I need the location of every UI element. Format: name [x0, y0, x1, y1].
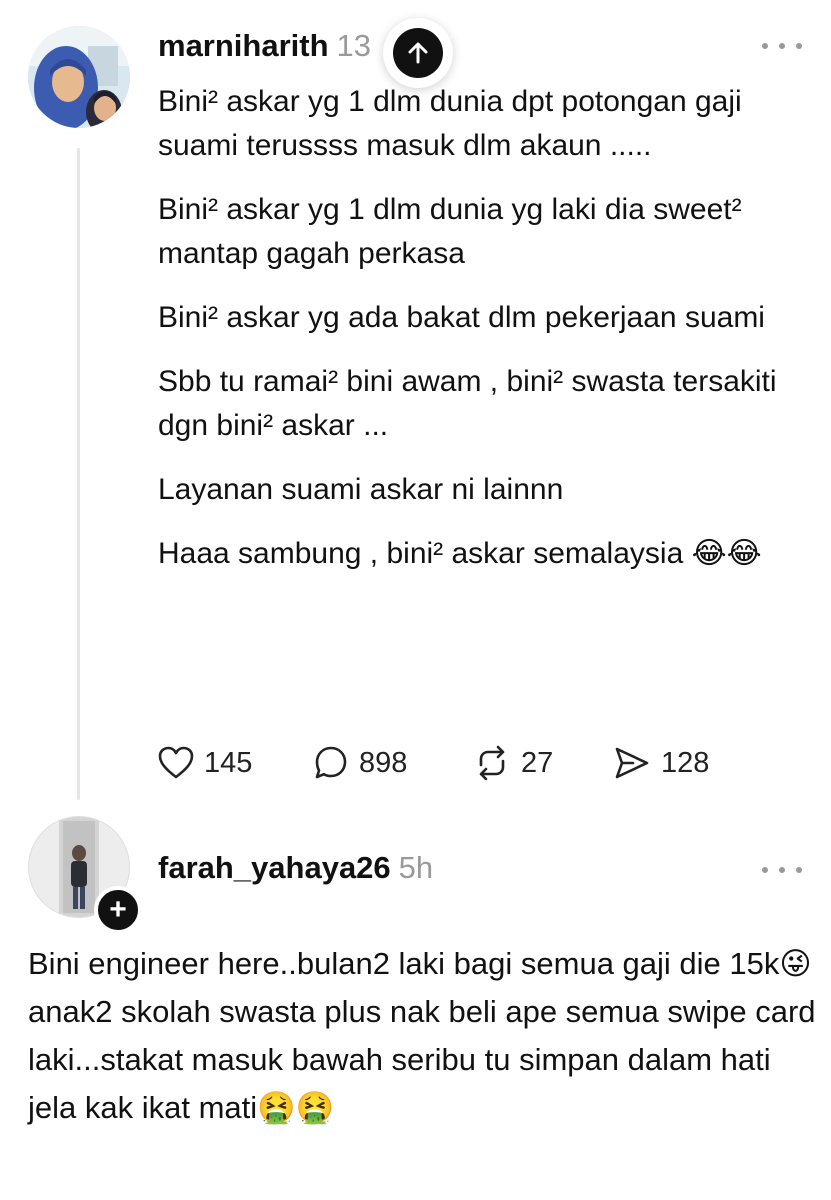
more-horizontal-icon[interactable] [762, 860, 802, 880]
post-paragraph: Bini² askar yg 1 dlm dunia yg laki dia s… [158, 193, 742, 270]
vomiting-emoji: 🤮🤮 [257, 1090, 335, 1126]
avatar-marniharith[interactable] [28, 26, 130, 128]
thread-line [77, 148, 80, 800]
reply-count: 898 [359, 746, 408, 779]
reply-body: Bini engineer here..bulan2 laki bagi sem… [28, 940, 818, 1132]
reply-button[interactable]: 898 [313, 745, 473, 781]
comment-icon [315, 746, 347, 779]
post-paragraph-last: Haaa sambung , bini² askar semalaysia 😂😂 [158, 532, 808, 576]
post-paragraph: Bini² askar yg ada bakat dlm pekerjaan s… [158, 301, 765, 334]
post-time: 5h [398, 850, 434, 885]
post-marniharith: marniharith 13 Bini² askar yg 1 dlm dunia… [0, 0, 831, 810]
heart-icon [158, 746, 194, 779]
username-marniharith[interactable]: marniharith 13 [158, 28, 371, 64]
arrow-up-icon [393, 28, 443, 78]
repost-icon [479, 745, 505, 781]
laughing-emoji: 😂😂 [691, 536, 762, 571]
winking-tongue-emoji: 😜 [779, 946, 812, 982]
follow-button[interactable]: + [94, 886, 142, 934]
like-button[interactable]: 145 [158, 746, 313, 780]
share-count: 128 [661, 746, 710, 779]
repost-count: 27 [521, 746, 554, 779]
share-button[interactable]: 128 [613, 745, 709, 781]
post-paragraph: Bini² askar yg 1 dlm dunia dpt potongan … [158, 85, 742, 162]
reply-text: Bini engineer here..bulan2 laki bagi sem… [28, 946, 780, 981]
like-count: 145 [204, 746, 253, 779]
scroll-to-top-button[interactable] [383, 18, 453, 88]
username-farah-yahaya26[interactable]: farah_yahaya26 5h [158, 850, 433, 886]
repost-button[interactable]: 27 [473, 745, 613, 781]
reply-text: anak2 skolah swasta plus nak beli ape se… [28, 994, 816, 1125]
post-body: Bini² askar yg 1 dlm dunia dpt potongan … [158, 80, 808, 596]
more-horizontal-icon[interactable] [762, 36, 802, 56]
post-paragraph: Layanan suami askar ni lainnn [158, 473, 564, 506]
post-paragraph-text: Haaa sambung , bini² askar semalaysia [158, 537, 684, 570]
post-actions: 145 898 27 128 [158, 738, 709, 788]
plus-icon: + [109, 893, 127, 926]
post-time: 13 [336, 28, 372, 63]
post-paragraph: Sbb tu ramai² bini awam , bini² swasta t… [158, 365, 777, 442]
send-icon [615, 747, 649, 779]
